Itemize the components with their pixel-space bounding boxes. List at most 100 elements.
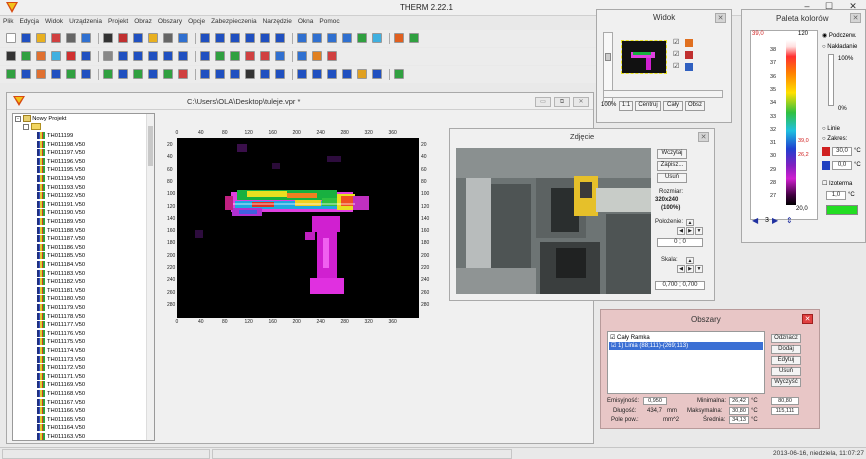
tree-file-item[interactable]: TH011190.V50 (37, 209, 85, 217)
toolbar-2-button-15-icon[interactable] (245, 51, 255, 61)
tree-file-item[interactable]: TH011188.V50 (37, 226, 85, 235)
toolbar-1-button-11-icon[interactable] (178, 33, 188, 43)
toolbar-1-button-16-icon[interactable] (260, 33, 270, 43)
tree-file-item[interactable]: TH011198.V50 (37, 140, 85, 149)
view-check-2[interactable]: ☑ (673, 50, 683, 60)
palette-color-bar[interactable] (786, 40, 796, 205)
toolbar-1-button-20-icon[interactable] (327, 33, 337, 43)
tree-file-item[interactable]: TH011189.V50 (37, 218, 85, 226)
toolbar-1-button-4-icon[interactable] (66, 33, 76, 43)
scale-right-button[interactable]: ▶ (686, 265, 694, 273)
project-restore-button[interactable]: ⧉ (554, 97, 570, 107)
toolbar-1-button-15-icon[interactable] (245, 33, 255, 43)
toolbar-3-button-5-icon[interactable] (81, 69, 91, 79)
toolbar-1-button-18-icon[interactable] (297, 33, 307, 43)
tree-file-item[interactable]: TH011194.V50 (37, 175, 85, 183)
toolbar-2-button-13-icon[interactable] (215, 51, 225, 61)
toolbar-1-button-19-icon[interactable] (312, 33, 322, 43)
toolbar-1-button-12-icon[interactable] (200, 33, 210, 43)
photo-load-button[interactable]: Wczytaj (657, 149, 687, 159)
tree-file-item[interactable]: TH011193.V50 (37, 183, 85, 192)
menu-item-3[interactable]: Urządzenia (66, 16, 105, 28)
toolbar-3-button-3-icon[interactable] (51, 69, 61, 79)
photo-position-field[interactable]: 0 ; 0 (657, 238, 703, 247)
tree-file-item[interactable]: TH011171.V50 (37, 372, 85, 381)
toolbar-3-button-11-icon[interactable] (178, 69, 188, 79)
tree-file-item[interactable]: TH011187.V50 (37, 235, 85, 243)
toolbar-2-button-1-icon[interactable] (21, 51, 31, 61)
view-close-button[interactable]: ✕ (715, 13, 726, 23)
toolbar-3-button-13-icon[interactable] (215, 69, 225, 79)
toolbar-1-button-17-icon[interactable] (275, 33, 285, 43)
view-area-button[interactable]: Obsz (685, 101, 705, 111)
visible-photo[interactable] (456, 148, 651, 294)
toolbar-2-button-9-icon[interactable] (148, 51, 158, 61)
menu-item-4[interactable]: Projekt (105, 16, 131, 28)
tree-file-item[interactable]: TH011167.V50 (37, 398, 85, 407)
tree-scrollbar-thumb[interactable] (148, 126, 153, 166)
areas-edit-button[interactable]: Edytuj (771, 356, 801, 365)
tree-file-item[interactable]: TH011177.V50 (37, 321, 85, 329)
toolbar-3-button-24-icon[interactable] (394, 69, 404, 79)
areas-list[interactable]: ☑ Cały Ramka ☑ 1) Linia (88;111)-(269;11… (607, 331, 765, 394)
tree-file-item[interactable]: TH011163.V50 (37, 433, 85, 440)
palette-next-icon[interactable]: ▶ (772, 216, 782, 225)
toolbar-3-button-20-icon[interactable] (327, 69, 337, 79)
palette-opt-lines[interactable]: ○ Linie (822, 126, 840, 132)
menu-item-11[interactable]: Pomoc (316, 16, 342, 28)
palette-opt-overlay[interactable]: ○ Nakładanie (822, 44, 857, 50)
toolbar-3-button-8-icon[interactable] (133, 69, 143, 79)
view-check-1[interactable]: ☑ (673, 38, 683, 48)
scale-up-button[interactable]: ▲ (686, 257, 694, 264)
isotherm-color-swatch[interactable] (826, 205, 858, 215)
toolbar-1-button-9-icon[interactable] (148, 33, 158, 43)
tree-file-item[interactable]: TH011166.V50 (37, 407, 85, 415)
tree-file-item[interactable]: TH011173.V50 (37, 355, 85, 364)
areas-delete-button[interactable]: Usuń (771, 367, 801, 376)
palette-prev-icon[interactable]: ◀ (752, 216, 762, 225)
areas-list-row[interactable]: ☑ 1) Linia (88;111)-(269;113) (609, 342, 763, 350)
tree-file-item[interactable]: TH011175.V50 (37, 338, 85, 346)
toolbar-2-button-2-icon[interactable] (36, 51, 46, 61)
position-right-button[interactable]: ▶ (686, 227, 694, 235)
areas-close-button[interactable]: ✕ (802, 314, 813, 324)
toolbar-3-button-17-icon[interactable] (275, 69, 285, 79)
toolbar-3-button-22-icon[interactable] (357, 69, 367, 79)
project-close-button[interactable]: ✕ (573, 97, 589, 107)
toolbar-2-button-5-icon[interactable] (81, 51, 91, 61)
toolbar-2-button-3-icon[interactable] (51, 51, 61, 61)
tree-file-item[interactable]: TH011168.V50 (37, 390, 85, 398)
toolbar-2-button-14-icon[interactable] (230, 51, 240, 61)
toolbar-3-button-18-icon[interactable] (297, 69, 307, 79)
toolbar-1-button-13-icon[interactable] (215, 33, 225, 43)
toolbar-2-button-10-icon[interactable] (163, 51, 173, 61)
menu-item-7[interactable]: Opcje (185, 16, 208, 28)
toolbar-2-button-6-icon[interactable] (103, 51, 113, 61)
position-down-button[interactable]: ▼ (695, 227, 703, 235)
scale-left-button[interactable]: ◀ (677, 265, 685, 273)
tree-file-item[interactable]: TH011181.V50 (37, 286, 85, 295)
palette-opt-range[interactable]: ○ Zakres: (822, 136, 847, 142)
overlay-slider[interactable] (828, 54, 834, 106)
areas-clear-button[interactable]: Wyczyść (771, 378, 801, 387)
view-zoom-thumb[interactable] (605, 53, 611, 61)
toolbar-1-button-6-icon[interactable] (103, 33, 113, 43)
tree-file-item[interactable]: TH011192.V50 (37, 192, 85, 200)
menu-item-2[interactable]: Widok (42, 16, 66, 28)
tree-file-item[interactable]: TH011165.V50 (37, 415, 85, 424)
tree-file-item[interactable]: TH011172.V50 (37, 364, 85, 372)
toolbar-2-button-16-icon[interactable] (260, 51, 270, 61)
tree-file-item[interactable]: TH011195.V50 (37, 166, 85, 174)
toolbar-1-button-23-icon[interactable] (372, 33, 382, 43)
menu-item-0[interactable]: Plik (0, 16, 16, 28)
scale-down-button[interactable]: ▼ (695, 265, 703, 273)
view-check-3[interactable]: ☑ (673, 62, 683, 72)
tree-file-item[interactable]: TH011186.V50 (37, 243, 85, 252)
range-lo-field[interactable]: 0,0 (832, 161, 852, 170)
menu-item-5[interactable]: Obraz (131, 16, 155, 28)
toolbar-1-button-0-icon[interactable] (6, 33, 16, 43)
tree-file-item[interactable]: TH011197.V50 (37, 149, 85, 157)
toolbar-2-button-4-icon[interactable] (66, 51, 76, 61)
range-hi-field[interactable]: 30,0 (832, 147, 852, 156)
toolbar-2-button-18-icon[interactable] (297, 51, 307, 61)
